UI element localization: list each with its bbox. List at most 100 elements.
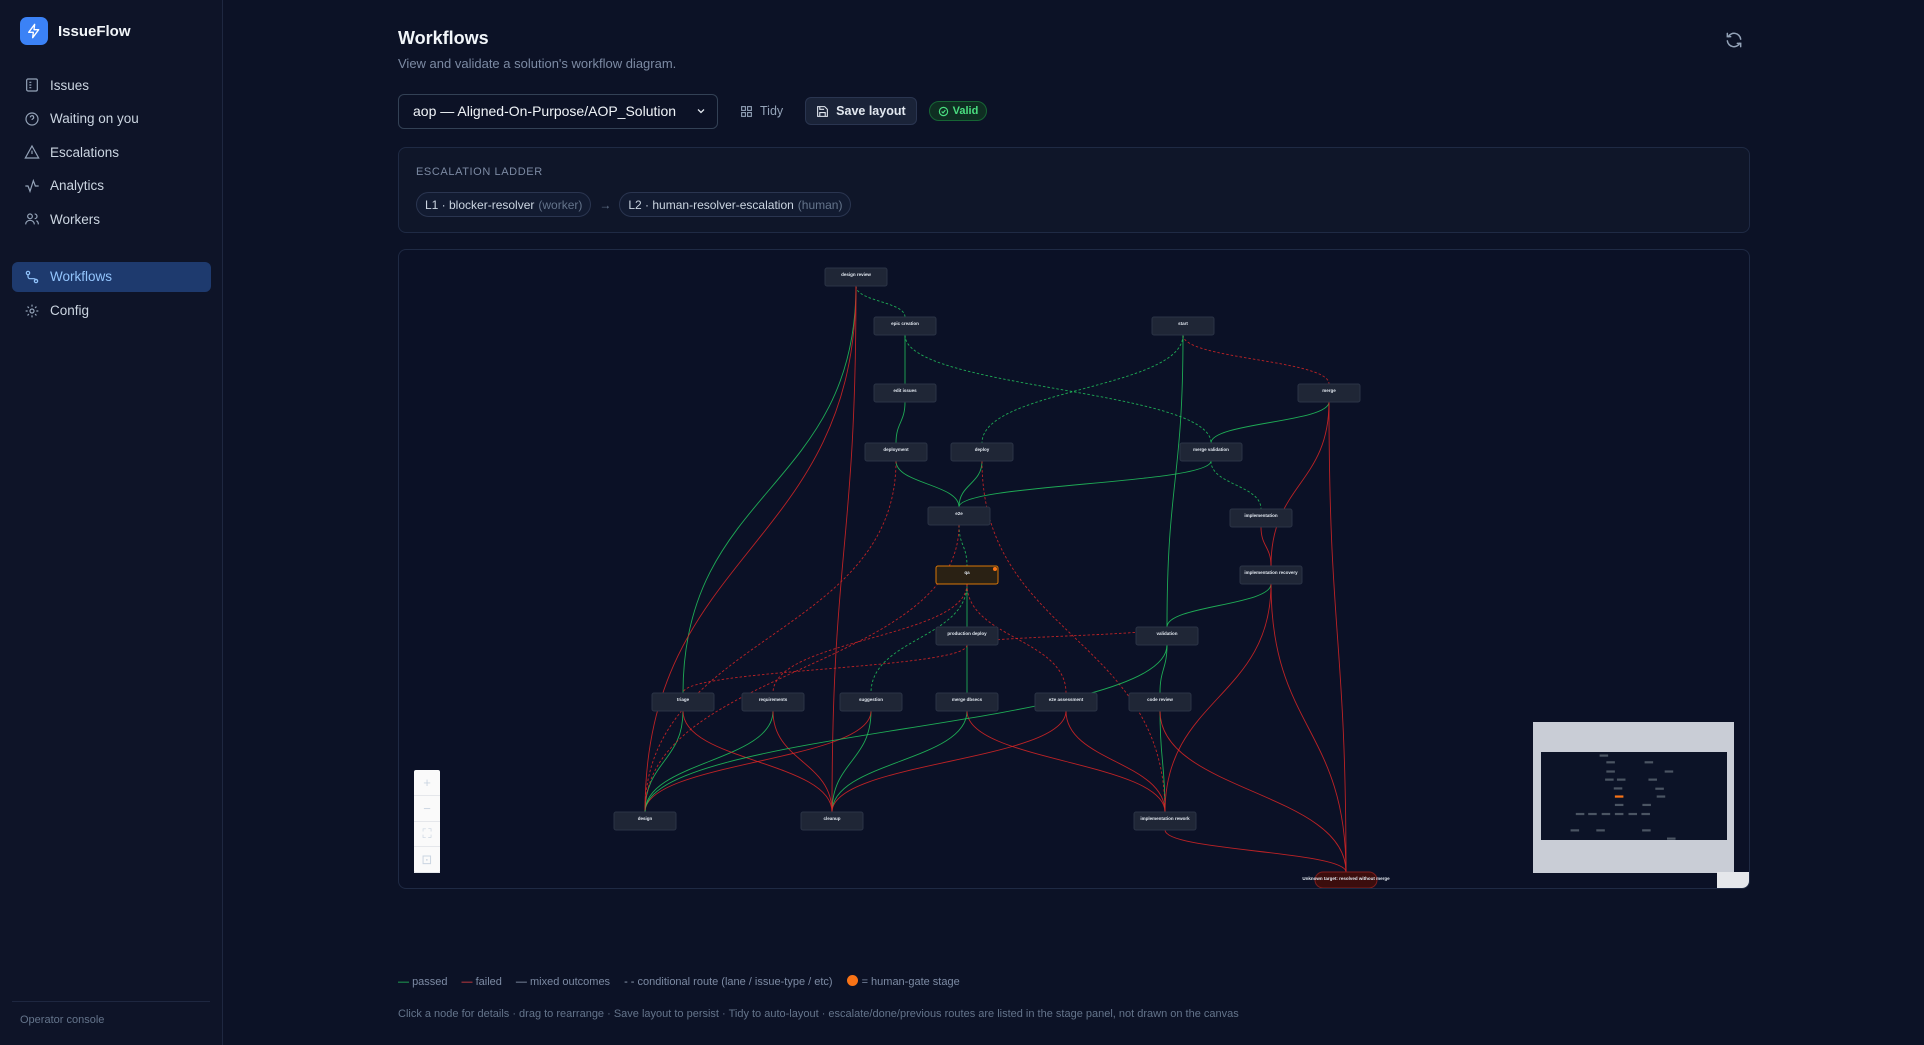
users-icon xyxy=(25,213,39,225)
workflow-node-label: start xyxy=(1178,321,1188,326)
workflow-node[interactable]: production deploy xyxy=(935,626,999,646)
workflow-node[interactable]: Unknown target: resolved without merge xyxy=(1302,871,1390,888)
minimap-node xyxy=(1614,812,1624,816)
workflow-canvas[interactable]: design review epic creation start edit issu… xyxy=(398,249,1750,889)
workflow-edge xyxy=(831,710,1067,813)
refresh-icon[interactable] xyxy=(1724,30,1744,50)
workflow-node[interactable]: cleanup xyxy=(800,811,864,831)
workflow-edge xyxy=(958,460,983,508)
workflow-edge xyxy=(855,285,906,318)
workflow-node[interactable]: merge validation xyxy=(1179,442,1243,462)
workflow-node[interactable]: design xyxy=(613,811,677,831)
workflow-node[interactable]: deployment xyxy=(864,442,928,462)
ladder-step-label: L1 · blocker-resolver xyxy=(425,197,535,212)
sidebar-item-waiting[interactable]: Waiting on you xyxy=(12,104,211,134)
workflow-node[interactable]: requirements xyxy=(741,692,805,712)
workflow-node[interactable]: validation xyxy=(1135,626,1199,646)
human-gate-dot-icon xyxy=(993,567,997,571)
legend-conditional: - - conditional route (lane / issue-type… xyxy=(624,975,833,988)
fit-view-icon[interactable]: ⛶ xyxy=(414,822,440,848)
legend-human-gate: = human-gate stage xyxy=(846,975,960,988)
minimap-node xyxy=(1606,770,1615,773)
workflow-node[interactable]: suggestion xyxy=(839,692,903,712)
minimap[interactable] xyxy=(1533,722,1734,873)
canvas-hint: Click a node for details · drag to rearr… xyxy=(398,1008,1239,1020)
workflow-icon xyxy=(25,270,39,284)
sidebar-item-label: Workers xyxy=(50,211,101,227)
workflow-node-label: suggestion xyxy=(859,697,883,702)
workflow-node-label: implementation rework xyxy=(1140,816,1190,821)
workflow-edge xyxy=(1182,334,1330,385)
save-layout-label: Save layout xyxy=(836,104,906,118)
workflow-node[interactable]: start xyxy=(1151,316,1215,336)
workflow-node[interactable]: implementation recovery xyxy=(1239,565,1303,585)
workflow-node-label: edit issues xyxy=(893,388,917,393)
workflow-node-label: design review xyxy=(841,272,871,277)
workflow-node[interactable]: implementation xyxy=(1229,508,1293,528)
workflow-node-label: triage xyxy=(677,697,690,702)
sidebar-item-config[interactable]: Config xyxy=(12,296,211,326)
sidebar-item-analytics[interactable]: Analytics xyxy=(12,171,211,201)
solution-select-value: aop — Aligned-On-Purpose/AOP_Solution xyxy=(413,103,677,119)
workflow-edge xyxy=(1328,401,1347,873)
minimap-node xyxy=(1616,778,1626,781)
workflow-edge xyxy=(644,460,897,813)
divider xyxy=(12,1001,210,1002)
escalation-ladder: ESCALATION LADDER L1 · blocker-resolver … xyxy=(398,147,1750,233)
sidebar-item-escalations[interactable]: Escalations xyxy=(12,137,211,167)
minimap-node xyxy=(1648,778,1657,781)
ladder-step-kind: (worker) xyxy=(538,197,583,212)
workflow-node[interactable]: implementation rework xyxy=(1133,811,1197,831)
workflow-node[interactable]: merge xyxy=(1297,383,1361,403)
workflow-node-label: implementation recovery xyxy=(1244,570,1298,575)
legend: — passed — failed — mixed outcomes - - c… xyxy=(398,975,960,988)
brand[interactable]: IssueFlow xyxy=(20,17,131,45)
workflow-node-label: merge validation xyxy=(1193,447,1229,452)
minimap-node xyxy=(1655,787,1664,790)
ladder-step: L2 · human-resolver-escalation (human) xyxy=(619,192,852,217)
workflow-node[interactable]: code review xyxy=(1128,692,1192,712)
workflow-edge xyxy=(644,285,857,813)
save-layout-button[interactable]: Save layout xyxy=(805,97,917,125)
workflow-node-label: validation xyxy=(1156,631,1177,636)
page-subtitle: View and validate a solution's workflow … xyxy=(398,56,677,71)
sidebar-item-label: Config xyxy=(50,303,90,319)
workflow-node[interactable]: merge dbsecs xyxy=(935,692,999,712)
escalation-ladder-steps: L1 · blocker-resolver (worker) → L2 · hu… xyxy=(416,192,852,217)
workflow-edge xyxy=(895,401,906,444)
minimap-node xyxy=(1628,812,1638,816)
minimap-node xyxy=(1606,761,1615,764)
workflow-edge xyxy=(966,710,1166,813)
workflow-node-label: production deploy xyxy=(947,631,987,636)
workflow-edge xyxy=(644,524,960,813)
workflow-node[interactable]: qa xyxy=(935,565,999,585)
minimap-node xyxy=(1605,778,1614,781)
escalation-ladder-title: ESCALATION LADDER xyxy=(416,166,543,178)
workflow-node[interactable]: edit issues xyxy=(873,383,937,403)
workflow-node[interactable]: design review xyxy=(824,267,888,287)
workflow-edge xyxy=(1159,710,1347,873)
workflow-edge xyxy=(1065,710,1166,813)
minimap-node xyxy=(1641,812,1650,816)
solution-select[interactable]: aop — Aligned-On-Purpose/AOP_Solution xyxy=(398,93,718,129)
workflow-node[interactable]: e2e xyxy=(927,506,991,526)
sidebar-item-issues[interactable]: Issues xyxy=(12,70,211,100)
minimap-node xyxy=(1656,795,1666,798)
sidebar-item-workflows[interactable]: Workflows xyxy=(12,261,211,292)
status-badge: Valid xyxy=(928,101,988,121)
workflow-node[interactable]: e2e assessment xyxy=(1034,692,1098,712)
lock-icon[interactable]: ⊡ xyxy=(414,847,440,873)
tidy-button[interactable]: Tidy xyxy=(740,104,783,118)
workflow-node[interactable]: triage xyxy=(651,692,715,712)
workflow-node-label: design xyxy=(638,816,653,821)
workflow-node[interactable]: deploy xyxy=(950,442,1014,462)
zoom-in-icon[interactable]: + xyxy=(414,770,440,796)
workflow-edge xyxy=(1210,460,1262,510)
sidebar-item-workers[interactable]: Workers xyxy=(12,204,211,234)
zoom-out-icon[interactable]: − xyxy=(414,796,440,822)
workflow-node[interactable]: epic creation xyxy=(873,316,937,336)
sidebar-footer: Operator console xyxy=(20,1014,105,1026)
ladder-step-kind: (human) xyxy=(797,197,843,212)
workflow-node-label: merge xyxy=(1322,388,1336,393)
workflow-node-label: code review xyxy=(1147,697,1173,702)
